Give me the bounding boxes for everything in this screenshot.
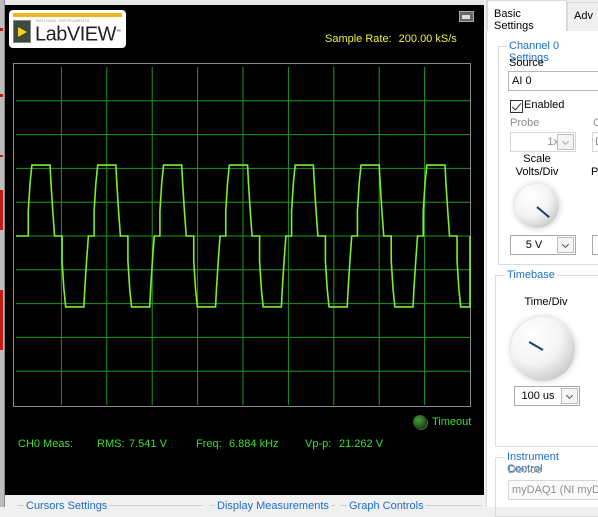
cursors-settings-group: Cursors Settings <box>24 500 110 512</box>
edge-marker <box>0 155 3 157</box>
ch0-meas-label: CH0 Meas: <box>18 438 74 450</box>
edge-marker <box>0 290 3 350</box>
knob-indicator <box>528 341 544 351</box>
freq-value: 6.884 kHz <box>229 438 279 450</box>
device-field[interactable]: myDAQ1 (NI myDAQ) <box>508 480 598 500</box>
edge-marker <box>0 94 3 97</box>
device-label: Device <box>508 464 542 476</box>
timeout-led <box>413 415 427 429</box>
volts-div-label: Volts/Div <box>515 166 559 178</box>
coupling-dropdown[interactable]: D <box>592 132 598 152</box>
trademark: ™ <box>115 29 121 35</box>
vpp-value: 21.262 V <box>339 438 384 450</box>
timebase-legend: Timebase <box>505 269 557 281</box>
time-div-label: Time/Div <box>524 296 568 308</box>
probe-value: 1x <box>547 136 559 148</box>
source-label: Source <box>509 57 544 69</box>
time-div-value: 100 us <box>521 390 555 402</box>
enabled-label: Enabled <box>524 99 565 111</box>
probe-label: Probe <box>510 117 540 129</box>
coupling-label: C <box>593 117 598 129</box>
time-div-knob[interactable] <box>511 317 575 381</box>
volts-div-dropdown[interactable]: 5 V <box>510 235 576 255</box>
sample-rate-value: 200.00 kS/s <box>398 33 457 45</box>
scale-label: Scale <box>523 153 551 165</box>
edge-marker <box>0 28 3 31</box>
labview-icon <box>13 20 31 43</box>
sample-rate-readout: Sample Rate: 200.00 kS/s <box>325 33 464 45</box>
graph-controls-group: Graph Controls <box>347 500 426 512</box>
source-field[interactable]: AI 0 <box>508 71 598 91</box>
edge-marker <box>0 190 3 230</box>
waveform-graph[interactable] <box>13 63 474 407</box>
graph-frame <box>13 63 471 407</box>
restore-window-icon[interactable] <box>459 11 474 22</box>
chevron-down-icon[interactable] <box>557 134 574 150</box>
chevron-down-icon[interactable] <box>561 388 578 404</box>
tab-basic-settings[interactable]: Basic Settings <box>487 0 567 32</box>
rms-label: RMS: <box>97 438 125 450</box>
position-label: P <box>591 166 598 178</box>
product-label: LabVIEW <box>35 23 116 46</box>
settings-panel: Basic Settings Adv Channel 0 Settings So… <box>486 0 598 517</box>
sample-rate-label: Sample Rate: <box>325 33 392 45</box>
volts-div-knob[interactable] <box>515 184 559 228</box>
display-measurements-group: Display Measurements <box>215 500 331 512</box>
position-field[interactable] <box>592 235 598 255</box>
enabled-checkbox[interactable] <box>510 100 523 113</box>
volts-div-value: 5 V <box>525 239 543 251</box>
labview-logo: NATIONAL INSTRUMENTS LabVIEW™ <box>9 10 126 48</box>
chevron-down-icon[interactable] <box>557 237 574 253</box>
rms-value: 7.541 V <box>129 438 167 450</box>
powered-by-bar <box>13 13 122 17</box>
probe-dropdown[interactable]: 1x <box>510 132 576 152</box>
time-div-dropdown[interactable]: 100 us <box>514 386 580 406</box>
tab-advanced[interactable]: Adv <box>567 2 598 31</box>
timeout-label: Timeout <box>432 416 472 428</box>
vpp-label: Vp-p: <box>305 438 332 450</box>
product-name: LabVIEW™ <box>35 21 121 46</box>
freq-label: Freq: <box>196 438 222 450</box>
knob-indicator <box>536 206 550 219</box>
